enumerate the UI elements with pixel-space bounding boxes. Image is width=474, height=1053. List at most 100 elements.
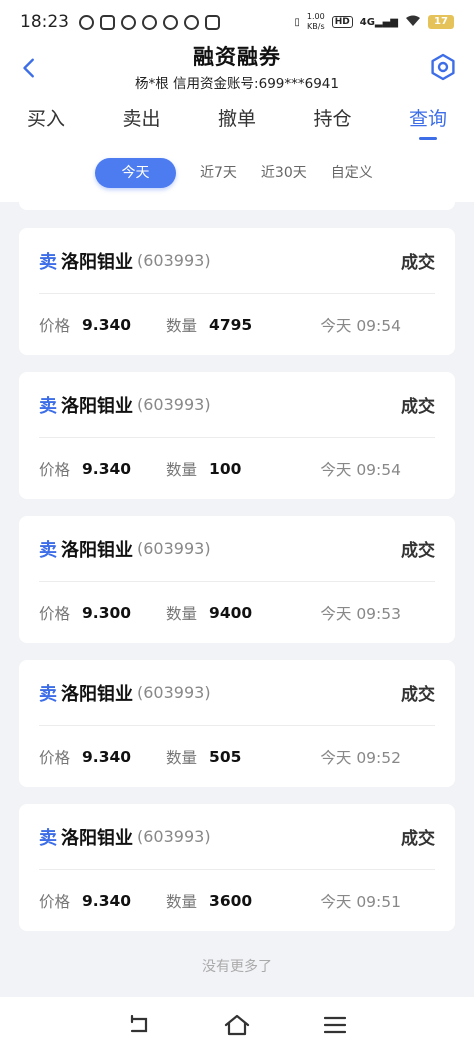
- stock-name: 洛阳钼业: [61, 251, 133, 273]
- quantity-label: 数量: [166, 892, 198, 911]
- wifi-icon: [405, 15, 421, 30]
- send-icon: [142, 14, 157, 30]
- trade-time: 今天 09:52: [320, 748, 401, 767]
- nav-back-button[interactable]: [121, 1007, 157, 1043]
- menu-icon: [324, 1016, 346, 1034]
- stock-name: 洛阳钼业: [61, 395, 133, 417]
- trade-side: 卖: [39, 539, 57, 561]
- signal-icon: 4G▂▄▆: [359, 16, 398, 28]
- home-icon: [224, 1014, 250, 1036]
- return-icon: [130, 1015, 148, 1033]
- quantity-label: 数量: [166, 316, 198, 335]
- tab-query[interactable]: 查询: [409, 94, 447, 144]
- browser-icon: [121, 14, 136, 30]
- filter-7-days[interactable]: 近7天: [188, 158, 249, 188]
- app-icon: [100, 14, 115, 30]
- card-details: 价格 9.340 数量 100 今天 09:54: [39, 438, 435, 499]
- price-label: 价格: [39, 460, 71, 479]
- list-item[interactable]: 卖 洛阳钼业 (603993) 成交 价格 9.340 数量 505 今天 09…: [19, 660, 455, 787]
- list-item[interactable]: 卖 洛阳钼业 (603993) 成交 价格 9.340 数量 3600 今天 0…: [19, 804, 455, 931]
- stock-code: (603993): [137, 683, 211, 702]
- price-label: 价格: [39, 316, 71, 335]
- price-value: 9.340: [82, 315, 132, 334]
- quantity-label: 数量: [166, 460, 198, 479]
- notification-icons: [79, 14, 220, 30]
- no-more-text: 没有更多了: [202, 959, 272, 975]
- trade-tabs: 买入 卖出 撤单 持仓 查询: [0, 94, 474, 144]
- status-badge: 成交: [401, 253, 435, 273]
- price-label: 价格: [39, 748, 71, 767]
- price-value: 9.340: [82, 891, 132, 910]
- card-details: 价格 9.340 数量 4795 今天 09:54: [39, 294, 435, 355]
- tab-sell[interactable]: 卖出: [122, 94, 160, 144]
- status-badge: 成交: [401, 685, 435, 705]
- quantity-value: 4795: [209, 315, 253, 334]
- filter-today[interactable]: 今天: [95, 158, 176, 188]
- price-label: 价格: [39, 892, 71, 911]
- status-badge: 成交: [401, 397, 435, 417]
- previous-card-edge: [19, 202, 455, 210]
- title-block: 融资融券 杨*根 信用资金账号:699***6941: [0, 44, 474, 92]
- list-item[interactable]: 卖 洛阳钼业 (603993) 成交 价格 9.340 数量 100 今天 09…: [19, 372, 455, 499]
- gear-icon: [431, 53, 455, 81]
- trade-time: 今天 09:51: [320, 892, 401, 911]
- card-details: 价格 9.340 数量 505 今天 09:52: [39, 726, 435, 787]
- tab-buy[interactable]: 买入: [27, 94, 65, 144]
- vibrate-icon: ▯: [294, 16, 300, 28]
- status-bar: 18:23 ▯ 1.00 KB/s HD 4G▂▄▆ 17: [0, 0, 474, 44]
- card-header: 卖 洛阳钼业 (603993) 成交: [39, 660, 435, 726]
- trade-side: 卖: [39, 251, 57, 273]
- card-header: 卖 洛阳钼业 (603993) 成交: [39, 372, 435, 438]
- status-badge: 成交: [401, 541, 435, 561]
- quantity-value: 100: [209, 459, 242, 478]
- date-filter: 今天 近7天 近30天 自定义: [0, 144, 474, 202]
- app-header: 融资融券 杨*根 信用资金账号:699***6941: [0, 44, 474, 94]
- stock-code: (603993): [137, 395, 211, 414]
- trade-record-list[interactable]: 卖 洛阳钼业 (603993) 成交 价格 9.340 数量 4795 今天 0…: [0, 202, 474, 997]
- card-header: 卖 洛阳钼业 (603993) 成交: [39, 516, 435, 582]
- card-details: 价格 9.340 数量 3600 今天 09:51: [39, 870, 435, 931]
- trade-side: 卖: [39, 395, 57, 417]
- stock-name: 洛阳钼业: [61, 683, 133, 705]
- settings-button[interactable]: [426, 50, 460, 84]
- trade-side: 卖: [39, 827, 57, 849]
- card-header: 卖 洛阳钼业 (603993) 成交: [39, 804, 435, 870]
- location-icon: [163, 14, 178, 30]
- nav-home-button[interactable]: [219, 1007, 255, 1043]
- nav-menu-button[interactable]: [317, 1007, 353, 1043]
- filter-custom[interactable]: 自定义: [319, 158, 385, 188]
- quantity-value: 9400: [209, 603, 253, 622]
- system-icons: ▯ 1.00 KB/s HD 4G▂▄▆ 17: [294, 12, 454, 32]
- card-details: 价格 9.300 数量 9400 今天 09:53: [39, 582, 435, 643]
- page-title: 融资融券: [193, 45, 281, 69]
- price-value: 9.300: [82, 603, 132, 622]
- list-item[interactable]: 卖 洛阳钼业 (603993) 成交 价格 9.340 数量 4795 今天 0…: [19, 228, 455, 355]
- trade-side: 卖: [39, 683, 57, 705]
- tab-positions[interactable]: 持仓: [313, 94, 351, 144]
- filter-30-days[interactable]: 近30天: [249, 158, 319, 188]
- ball-icon: [184, 14, 199, 30]
- stock-name: 洛阳钼业: [61, 539, 133, 561]
- status-time: 18:23: [20, 12, 69, 32]
- quantity-value: 3600: [209, 891, 253, 910]
- hd-badge: HD: [331, 16, 353, 28]
- price-value: 9.340: [82, 459, 132, 478]
- stock-code: (603993): [137, 827, 211, 846]
- stock-name: 洛阳钼业: [61, 827, 133, 849]
- trade-time: 今天 09:54: [320, 460, 401, 479]
- list-item[interactable]: 卖 洛阳钼业 (603993) 成交 价格 9.300 数量 9400 今天 0…: [19, 516, 455, 643]
- stock-code: (603993): [137, 251, 211, 270]
- stock-code: (603993): [137, 539, 211, 558]
- price-value: 9.340: [82, 747, 132, 766]
- quantity-value: 505: [209, 747, 242, 766]
- message-icon: [205, 14, 220, 30]
- quantity-label: 数量: [166, 748, 198, 767]
- tab-cancel[interactable]: 撤单: [218, 94, 256, 144]
- status-badge: 成交: [401, 829, 435, 849]
- account-info: 杨*根 信用资金账号:699***6941: [135, 76, 339, 92]
- quantity-label: 数量: [166, 604, 198, 623]
- card-header: 卖 洛阳钼业 (603993) 成交: [39, 228, 435, 294]
- battery-icon: 17: [428, 15, 454, 29]
- trade-time: 今天 09:53: [320, 604, 401, 623]
- price-label: 价格: [39, 604, 71, 623]
